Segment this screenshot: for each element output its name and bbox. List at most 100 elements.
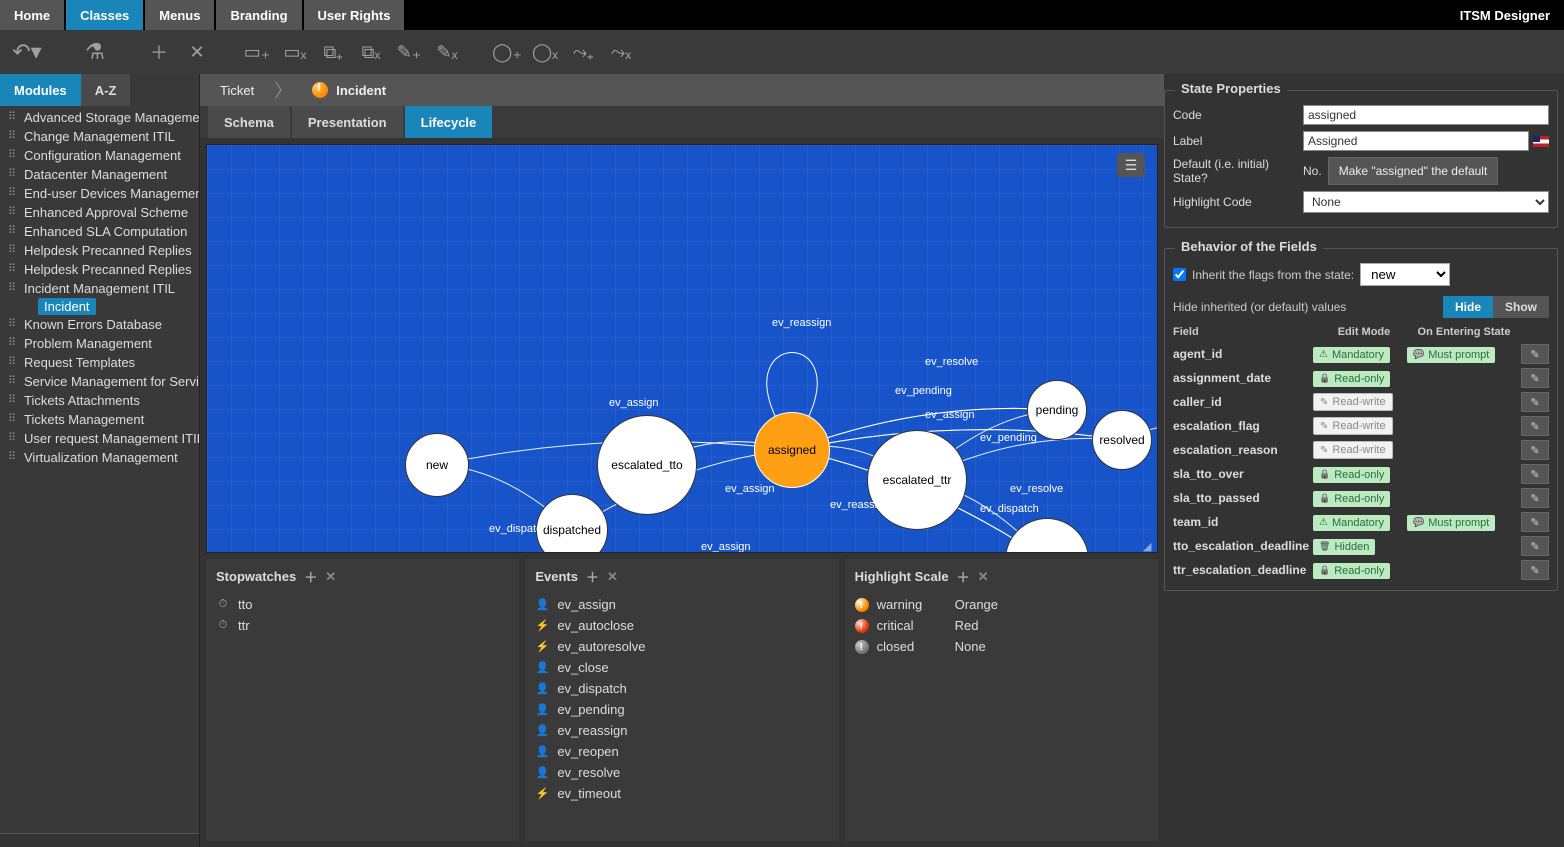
tree-item-selected[interactable]: Incident — [38, 298, 96, 315]
topnav-tab-branding[interactable]: Branding — [216, 0, 301, 30]
edit-field-button[interactable]: ✎ — [1521, 464, 1549, 484]
state-node-escalated_ttr[interactable]: escalated_ttr — [867, 430, 967, 530]
lefttab-modules[interactable]: Modules — [0, 74, 81, 106]
edit-field-button[interactable]: ✎ — [1521, 368, 1549, 388]
editmode-badge[interactable]: Read-only — [1313, 563, 1390, 579]
tree-item[interactable]: Problem Management — [0, 334, 199, 353]
subtab-lifecycle[interactable]: Lifecycle — [405, 106, 493, 138]
edit-field-button[interactable]: ✎ — [1521, 440, 1549, 460]
lefttab-a-z[interactable]: A-Z — [81, 74, 131, 106]
highlight-item[interactable]: criticalRed — [855, 615, 1148, 636]
subtab-schema[interactable]: Schema — [208, 106, 290, 138]
edit-add-icon[interactable]: ✎₊ — [394, 37, 424, 67]
flag-us-icon[interactable] — [1533, 136, 1549, 147]
box-remove-icon[interactable]: ▭ₓ — [280, 37, 310, 67]
editmode-badge[interactable]: Hidden — [1313, 539, 1375, 555]
tree-item[interactable]: Helpdesk Precanned Replies — [0, 260, 199, 279]
edit-field-button[interactable]: ✎ — [1521, 488, 1549, 508]
link-add-icon[interactable]: ⧉₊ — [318, 37, 348, 67]
editmode-badge[interactable]: Read-write — [1313, 393, 1393, 411]
edit-remove-icon[interactable]: ✎ₓ — [432, 37, 462, 67]
topnav-tab-user-rights[interactable]: User Rights — [304, 0, 405, 30]
add-event-icon[interactable]: ＋ — [586, 567, 599, 586]
add-icon[interactable]: ＋ — [144, 37, 174, 67]
enter-badge[interactable]: Must prompt — [1407, 347, 1495, 363]
tree-item[interactable]: Tickets Management — [0, 410, 199, 429]
editmode-badge[interactable]: Mandatory — [1313, 515, 1390, 531]
state-node-pending[interactable]: pending — [1027, 380, 1087, 440]
edit-field-button[interactable]: ✎ — [1521, 536, 1549, 556]
highlight-item[interactable]: warningOrange — [855, 594, 1148, 615]
tree-item[interactable]: Datacenter Management — [0, 165, 199, 184]
event-item[interactable]: 👤ev_reopen — [535, 741, 828, 762]
breadcrumb-class[interactable]: Ticket — [220, 83, 254, 98]
event-item[interactable]: 👤ev_reassign — [535, 720, 828, 741]
event-item[interactable]: ⚡ev_timeout — [535, 783, 828, 804]
resize-handle-icon[interactable] — [1143, 538, 1155, 550]
tree-item[interactable]: Tickets Attachments — [0, 391, 199, 410]
undo-icon[interactable]: ↶▾ — [8, 37, 46, 67]
editmode-badge[interactable]: Read-write — [1313, 417, 1393, 435]
editmode-badge[interactable]: Read-only — [1313, 371, 1390, 387]
tree-item[interactable]: Virtualization Management — [0, 448, 199, 467]
edit-field-button[interactable]: ✎ — [1521, 344, 1549, 364]
tree-item[interactable]: Incident Management ITIL — [0, 279, 199, 298]
show-button[interactable]: Show — [1493, 296, 1549, 318]
add-highlight-icon[interactable]: ＋ — [957, 567, 970, 586]
tree-item[interactable]: Service Management for Service — [0, 372, 199, 391]
list-view-icon[interactable]: ☰ — [1117, 153, 1145, 177]
flask-icon[interactable]: ⚗ — [76, 37, 114, 67]
remove-stopwatch-icon[interactable]: ✕ — [325, 569, 336, 585]
code-input[interactable] — [1303, 105, 1549, 125]
tree-item[interactable]: Enhanced SLA Computation — [0, 222, 199, 241]
enter-badge[interactable]: Must prompt — [1407, 515, 1495, 531]
inherit-select[interactable]: new — [1360, 263, 1450, 286]
edit-field-button[interactable]: ✎ — [1521, 512, 1549, 532]
edit-field-button[interactable]: ✎ — [1521, 416, 1549, 436]
remove-icon[interactable]: ✕ — [182, 37, 212, 67]
tree-item[interactable]: Advanced Storage Management — [0, 108, 199, 127]
tree-item[interactable]: Enhanced Approval Scheme — [0, 203, 199, 222]
state-node-escalated_tto[interactable]: escalated_tto — [597, 415, 697, 515]
make-default-button[interactable]: Make "assigned" the default — [1328, 157, 1499, 185]
event-item[interactable]: 👤ev_pending — [535, 699, 828, 720]
edit-field-button[interactable]: ✎ — [1521, 392, 1549, 412]
trans-remove-icon[interactable]: ⤳ₓ — [606, 37, 636, 67]
inherit-checkbox[interactable] — [1173, 268, 1186, 281]
event-item[interactable]: 👤ev_close — [535, 657, 828, 678]
editmode-badge[interactable]: Read-write — [1313, 441, 1393, 459]
event-item[interactable]: 👤ev_dispatch — [535, 678, 828, 699]
tree-item[interactable]: Request Templates — [0, 353, 199, 372]
event-item[interactable]: 👤ev_assign — [535, 594, 828, 615]
label-input[interactable] — [1303, 131, 1529, 151]
tree-item[interactable]: Change Management ITIL — [0, 127, 199, 146]
state-add-icon[interactable]: ◯₊ — [492, 37, 522, 67]
state-node-new[interactable]: new — [405, 433, 469, 497]
breadcrumb-leaf[interactable]: Incident — [336, 83, 386, 98]
add-stopwatch-icon[interactable]: ＋ — [304, 567, 317, 586]
tree-item[interactable]: Helpdesk Precanned Replies — [0, 241, 199, 260]
highlight-code-select[interactable]: None — [1303, 191, 1549, 213]
topnav-tab-home[interactable]: Home — [0, 0, 64, 30]
editmode-badge[interactable]: Read-only — [1313, 467, 1390, 483]
tree-item[interactable]: End-user Devices Management — [0, 184, 199, 203]
topnav-tab-classes[interactable]: Classes — [66, 0, 143, 30]
horizontal-scrollbar[interactable] — [0, 833, 199, 847]
editmode-badge[interactable]: Mandatory — [1313, 347, 1390, 363]
remove-highlight-icon[interactable]: ✕ — [978, 569, 989, 585]
stopwatch-item[interactable]: ⏱ttr — [216, 615, 509, 636]
event-item[interactable]: ⚡ev_autoresolve — [535, 636, 828, 657]
lifecycle-canvas[interactable]: ☰ newescalated_ttodispatchedassignedesca… — [206, 144, 1158, 553]
link-remove-icon[interactable]: ⧉ₓ — [356, 37, 386, 67]
event-item[interactable]: 👤ev_resolve — [535, 762, 828, 783]
subtab-presentation[interactable]: Presentation — [292, 106, 403, 138]
highlight-item[interactable]: closedNone — [855, 636, 1148, 657]
trans-add-icon[interactable]: ⤳₊ — [568, 37, 598, 67]
editmode-badge[interactable]: Read-only — [1313, 491, 1390, 507]
state-node-assigned[interactable]: assigned — [754, 412, 830, 488]
tree-item[interactable]: Configuration Management — [0, 146, 199, 165]
topnav-tab-menus[interactable]: Menus — [145, 0, 214, 30]
tree-item[interactable]: Known Errors Database — [0, 315, 199, 334]
box-add-icon[interactable]: ▭₊ — [242, 37, 272, 67]
event-item[interactable]: ⚡ev_autoclose — [535, 615, 828, 636]
